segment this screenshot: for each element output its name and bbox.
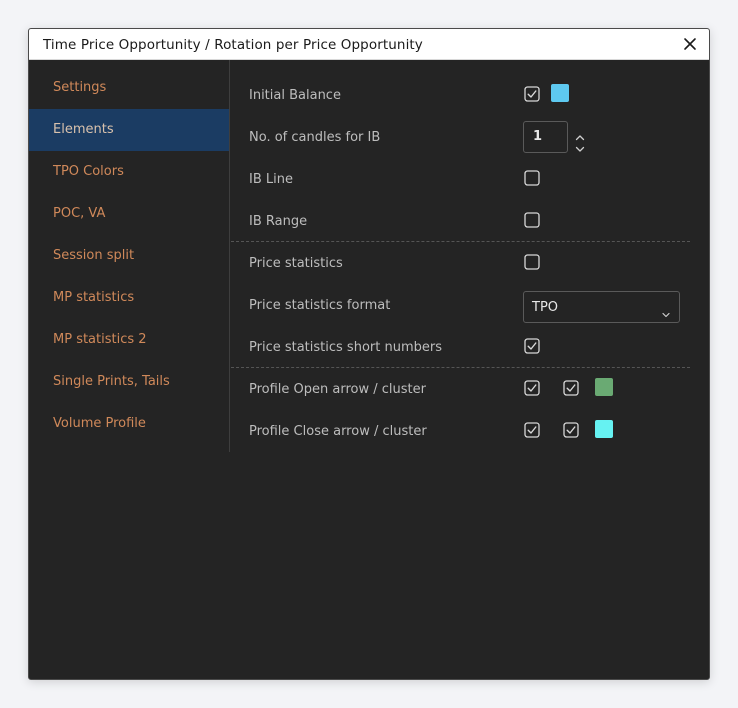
price-statistics-short-checkbox[interactable] bbox=[524, 338, 540, 354]
checkbox-checked-icon bbox=[563, 422, 579, 438]
ib-candles-input[interactable]: 1 bbox=[523, 121, 568, 153]
ib-candles-label: No. of candles for IB bbox=[249, 130, 381, 145]
checkbox-unchecked-icon bbox=[524, 254, 540, 270]
initial-balance-color-swatch[interactable] bbox=[551, 84, 569, 102]
checkbox-checked-icon bbox=[524, 380, 540, 396]
price-statistics-label: Price statistics bbox=[249, 256, 343, 271]
checkbox-checked-icon bbox=[524, 338, 540, 354]
sidebar: Settings Elements TPO Colors POC, VA Ses… bbox=[29, 60, 230, 452]
dialog-title: Time Price Opportunity / Rotation per Pr… bbox=[43, 37, 423, 53]
section-divider bbox=[231, 241, 690, 242]
initial-balance-checkbox[interactable] bbox=[524, 86, 540, 102]
checkbox-checked-icon bbox=[563, 380, 579, 396]
checkbox-unchecked-icon bbox=[524, 212, 540, 228]
profile-open-arrow-checkbox[interactable] bbox=[524, 380, 540, 396]
close-button[interactable] bbox=[681, 35, 699, 53]
ib-candles-stepper bbox=[574, 127, 586, 152]
price-statistics-format-value: TPO bbox=[532, 300, 559, 315]
stepper-down-button[interactable] bbox=[574, 139, 586, 152]
initial-balance-label: Initial Balance bbox=[249, 88, 341, 103]
section-divider bbox=[231, 367, 690, 368]
ib-line-label: IB Line bbox=[249, 172, 293, 187]
price-statistics-format-label: Price statistics format bbox=[249, 298, 391, 313]
stepper-up-button[interactable] bbox=[574, 127, 586, 141]
sidebar-item-mp-statistics[interactable]: MP statistics bbox=[29, 277, 229, 319]
checkbox-checked-icon bbox=[524, 86, 540, 102]
profile-close-label: Profile Close arrow / cluster bbox=[249, 424, 427, 439]
price-statistics-short-label: Price statistics short numbers bbox=[249, 340, 442, 355]
sidebar-item-elements[interactable]: Elements bbox=[29, 109, 229, 151]
profile-open-label: Profile Open arrow / cluster bbox=[249, 382, 426, 397]
profile-open-cluster-checkbox[interactable] bbox=[563, 380, 579, 396]
profile-open-color-swatch[interactable] bbox=[595, 378, 613, 396]
close-icon bbox=[684, 38, 696, 50]
sidebar-item-mp-statistics-2[interactable]: MP statistics 2 bbox=[29, 319, 229, 361]
sidebar-item-session-split[interactable]: Session split bbox=[29, 235, 229, 277]
sidebar-item-single-prints-tails[interactable]: Single Prints, Tails bbox=[29, 361, 229, 403]
sidebar-item-settings[interactable]: Settings bbox=[29, 67, 229, 109]
sidebar-item-poc-va[interactable]: POC, VA bbox=[29, 193, 229, 235]
price-statistics-format-select[interactable]: TPO bbox=[523, 291, 680, 323]
ib-line-checkbox[interactable] bbox=[524, 170, 540, 186]
ib-range-checkbox[interactable] bbox=[524, 212, 540, 228]
price-statistics-checkbox[interactable] bbox=[524, 254, 540, 270]
settings-dialog: Time Price Opportunity / Rotation per Pr… bbox=[28, 28, 710, 680]
profile-close-arrow-checkbox[interactable] bbox=[524, 422, 540, 438]
profile-close-cluster-checkbox[interactable] bbox=[563, 422, 579, 438]
sidebar-item-tpo-colors[interactable]: TPO Colors bbox=[29, 151, 229, 193]
chevron-down-icon bbox=[575, 146, 585, 152]
checkbox-unchecked-icon bbox=[524, 170, 540, 186]
sidebar-item-volume-profile[interactable]: Volume Profile bbox=[29, 403, 229, 445]
checkbox-checked-icon bbox=[524, 422, 540, 438]
ib-range-label: IB Range bbox=[249, 214, 308, 229]
dialog-titlebar: Time Price Opportunity / Rotation per Pr… bbox=[29, 29, 709, 60]
chevron-down-icon bbox=[661, 304, 671, 318]
profile-close-color-swatch[interactable] bbox=[595, 420, 613, 438]
